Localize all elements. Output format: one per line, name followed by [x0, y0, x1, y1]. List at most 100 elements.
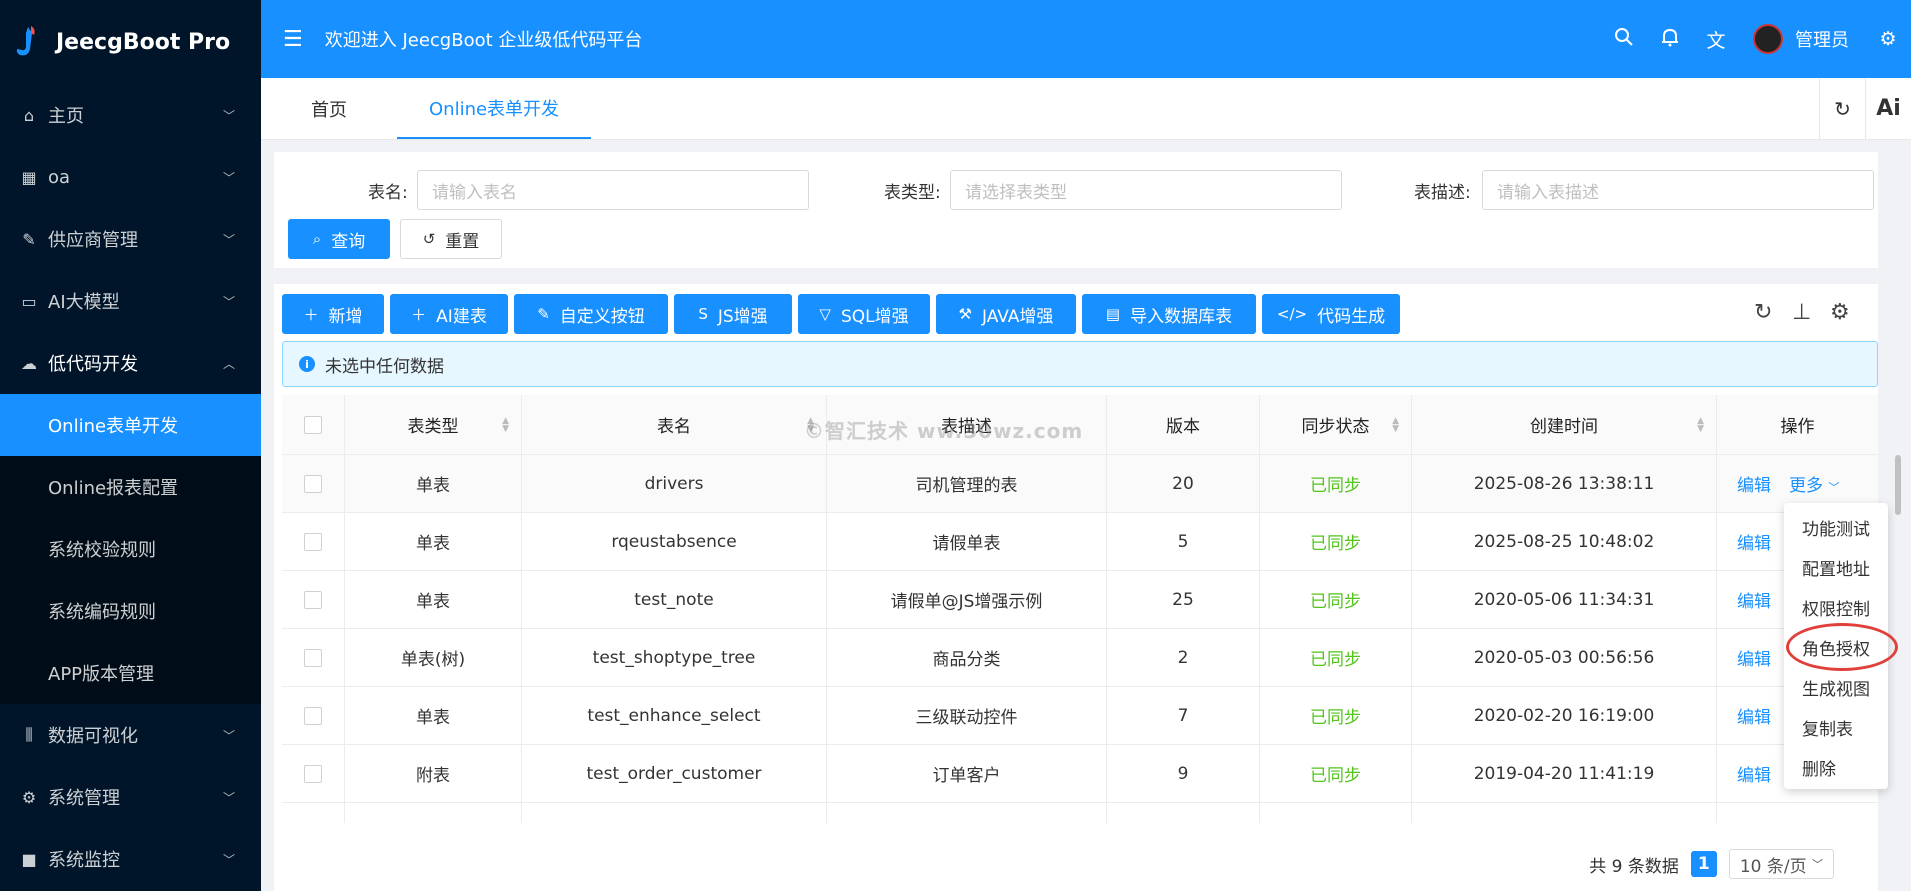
- lowcode-submenu: Online表单开发 Online报表配置 系统校验规则 系统编码规则 APP版…: [0, 394, 261, 704]
- selection-alert: i 未选中任何数据: [282, 341, 1878, 387]
- sidebar-item-lowcode[interactable]: ☁ 低代码开发 ︿: [0, 332, 261, 394]
- reset-button[interactable]: ↺ 重置: [400, 219, 502, 259]
- tab-online-form[interactable]: Online表单开发: [397, 78, 592, 139]
- header-created[interactable]: 创建时间 ▲ ▼: [1412, 395, 1717, 454]
- table-row-partial[interactable]: [282, 803, 1878, 823]
- edit-link[interactable]: 编辑: [1737, 761, 1771, 786]
- user-name[interactable]: 管理员: [1795, 26, 1849, 52]
- avatar[interactable]: [1753, 24, 1783, 54]
- column-height-icon[interactable]: ⊥: [1792, 300, 1811, 325]
- add-button[interactable]: ＋ 新增: [282, 294, 384, 334]
- settings-icon[interactable]: ⚙: [1830, 300, 1850, 325]
- sidebar-item-data-visual[interactable]: ⫼ 数据可视化 ﹀: [0, 704, 261, 766]
- row-checkbox[interactable]: [304, 532, 322, 551]
- row-checkbox[interactable]: [304, 706, 322, 725]
- query-button[interactable]: ⌕ 查询: [288, 219, 390, 259]
- row-select-cell: [282, 455, 345, 512]
- pagination: 共 9 条数据 1 10 条/页 ﹀: [1589, 849, 1834, 879]
- ai-button[interactable]: Ai: [1865, 78, 1911, 139]
- table-desc-input[interactable]: 请输入表描述: [1482, 170, 1874, 210]
- cell-name: [522, 803, 827, 823]
- strikethrough-icon: S: [698, 305, 708, 323]
- row-checkbox[interactable]: [304, 474, 322, 493]
- scrollbar-thumb[interactable]: [1895, 455, 1901, 515]
- edit-link[interactable]: 编辑: [1737, 587, 1771, 612]
- cell-type: 单表: [345, 513, 522, 570]
- ai-build-button[interactable]: ＋ AI建表: [390, 294, 508, 334]
- cell-desc: 订单客户: [827, 745, 1107, 802]
- info-icon: i: [299, 356, 315, 372]
- import-db-button[interactable]: ▤ 导入数据库表: [1082, 294, 1256, 334]
- header-type[interactable]: 表类型 ▲ ▼: [345, 395, 522, 454]
- data-table: 表类型 ▲ ▼ 表名 ▲ ▼ 表描述 版本 同步状态 ▲ ▼ 创建时间 ▲ ▼ 操作 单表 dr…: [282, 395, 1878, 823]
- refresh-icon[interactable]: ↻: [1819, 78, 1865, 139]
- menu-item-delete[interactable]: 删除: [1784, 747, 1888, 787]
- menu-item-copy-table[interactable]: 复制表: [1784, 707, 1888, 747]
- sidebar-item-online-form[interactable]: Online表单开发: [0, 394, 261, 456]
- table-row[interactable]: 单表 drivers 司机管理的表 20 已同步 2025-08-26 13:3…: [282, 455, 1878, 513]
- edit-link[interactable]: 编辑: [1737, 529, 1771, 554]
- java-enhance-label: JAVA增强: [982, 306, 1054, 327]
- search-icon: ⌕: [312, 230, 322, 248]
- cell-name: test_order_customer: [522, 745, 827, 802]
- edit-link[interactable]: 编辑: [1737, 645, 1771, 670]
- java-enhance-button[interactable]: ⚒ JAVA增强: [936, 294, 1076, 334]
- more-link[interactable]: 更多 ﹀: [1789, 471, 1839, 496]
- row-checkbox[interactable]: [304, 822, 322, 823]
- sidebar-item-supplier[interactable]: ✎ 供应商管理 ﹀: [0, 208, 261, 270]
- row-checkbox[interactable]: [304, 590, 322, 609]
- header-status[interactable]: 同步状态 ▲ ▼: [1260, 395, 1412, 454]
- menu-item-gen-view[interactable]: 生成视图: [1784, 667, 1888, 707]
- select-all-checkbox[interactable]: [304, 415, 322, 434]
- chevron-up-icon: ︿: [222, 356, 235, 371]
- page-size-label: 10 条/页: [1739, 856, 1807, 877]
- search-icon[interactable]: [1601, 27, 1647, 52]
- codegen-button[interactable]: </> 代码生成: [1262, 294, 1400, 334]
- app-logo[interactable]: JeecgBoot Pro: [0, 0, 261, 84]
- sidebar-item-online-report[interactable]: Online报表配置: [0, 456, 261, 518]
- table-type-select[interactable]: 请选择表类型: [950, 170, 1342, 210]
- sidebar-item-monitor[interactable]: ■ 系统监控 ﹀: [0, 828, 261, 890]
- table-row[interactable]: 单表 test_note 请假单@JS增强示例 25 已同步 2020-05-0…: [282, 571, 1878, 629]
- sort-icon[interactable]: ▲ ▼: [502, 416, 509, 433]
- bell-icon[interactable]: [1647, 27, 1693, 52]
- sidebar-item-check-rules[interactable]: 系统校验规则: [0, 518, 261, 580]
- refresh-icon[interactable]: ↻: [1754, 300, 1772, 325]
- translate-icon[interactable]: 文: [1693, 26, 1739, 53]
- sidebar-item-oa[interactable]: ▦ oa ﹀: [0, 146, 261, 208]
- page-number[interactable]: 1: [1690, 851, 1717, 877]
- database-icon: ▤: [1105, 305, 1121, 323]
- header-created-label: 创建时间: [1530, 417, 1598, 437]
- tab-home[interactable]: 首页: [261, 78, 397, 139]
- menu-item-permission[interactable]: 权限控制: [1784, 587, 1888, 627]
- menu-fold-icon[interactable]: ☰: [283, 27, 303, 52]
- table-name-input[interactable]: 请输入表名: [417, 170, 809, 210]
- edit-link[interactable]: 编辑: [1737, 703, 1771, 728]
- custom-button-button[interactable]: ✎ 自定义按钮: [514, 294, 668, 334]
- sql-enhance-button[interactable]: ▽ SQL增强: [798, 294, 930, 334]
- menu-item-func-test[interactable]: 功能测试: [1784, 507, 1888, 547]
- cloud-icon: ☁: [21, 353, 37, 373]
- sort-icon[interactable]: ▲ ▼: [1697, 416, 1704, 433]
- page-size-select[interactable]: 10 条/页 ﹀: [1728, 849, 1834, 879]
- edit-link[interactable]: 编辑: [1737, 471, 1771, 496]
- sidebar-item-system[interactable]: ⚙ 系统管理 ﹀: [0, 766, 261, 828]
- table-row[interactable]: 单表(树) test_shoptype_tree 商品分类 2 已同步 2020…: [282, 629, 1878, 687]
- table-row[interactable]: 单表 rqeustabsence 请假单表 5 已同步 2025-08-25 1…: [282, 513, 1878, 571]
- js-enhance-button[interactable]: S JS增强: [674, 294, 792, 334]
- menu-item-config-url[interactable]: 配置地址: [1784, 547, 1888, 587]
- row-checkbox[interactable]: [304, 764, 322, 783]
- header-name[interactable]: 表名 ▲ ▼: [522, 395, 827, 454]
- row-checkbox[interactable]: [304, 648, 322, 667]
- table-row[interactable]: 附表 test_order_customer 订单客户 9 已同步 2019-0…: [282, 745, 1878, 803]
- sidebar-item-app-version[interactable]: APP版本管理: [0, 642, 261, 704]
- sort-icon[interactable]: ▲ ▼: [1392, 416, 1399, 433]
- cell-name: test_shoptype_tree: [522, 629, 827, 686]
- table-row[interactable]: 单表 test_enhance_select 三级联动控件 7 已同步 2020…: [282, 687, 1878, 745]
- sidebar-item-ai-model[interactable]: ▭ AI大模型 ﹀: [0, 270, 261, 332]
- sql-enhance-label: SQL增强: [840, 306, 909, 327]
- sidebar-item-home[interactable]: ⌂ 主页 ﹀: [0, 84, 261, 146]
- cell-created: 2019-04-20 11:41:19: [1412, 745, 1717, 802]
- sidebar-item-code-rules[interactable]: 系统编码规则: [0, 580, 261, 642]
- settings-icon[interactable]: ⚙: [1865, 28, 1911, 50]
